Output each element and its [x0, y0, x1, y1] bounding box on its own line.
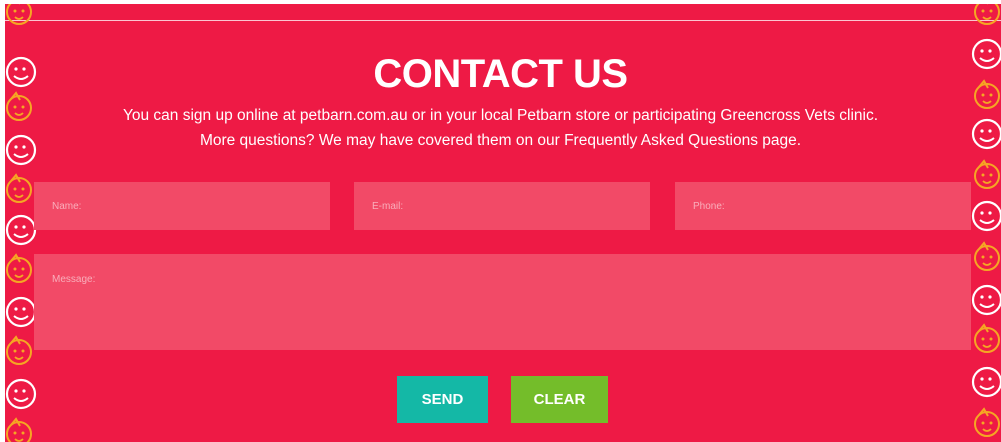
name-input[interactable] — [34, 182, 330, 230]
email-input[interactable] — [354, 182, 650, 230]
faq-info-text: More questions? We may have covered them… — [199, 132, 802, 149]
phone-input[interactable] — [675, 182, 971, 230]
top-divider — [5, 20, 1001, 21]
message-input[interactable] — [34, 254, 971, 350]
send-button[interactable]: SEND — [397, 376, 488, 423]
page-title: CONTACT US — [373, 52, 628, 96]
signup-info-text: You can sign up online at petbarn.com.au… — [122, 107, 879, 124]
clear-button[interactable]: CLEAR — [511, 376, 608, 423]
